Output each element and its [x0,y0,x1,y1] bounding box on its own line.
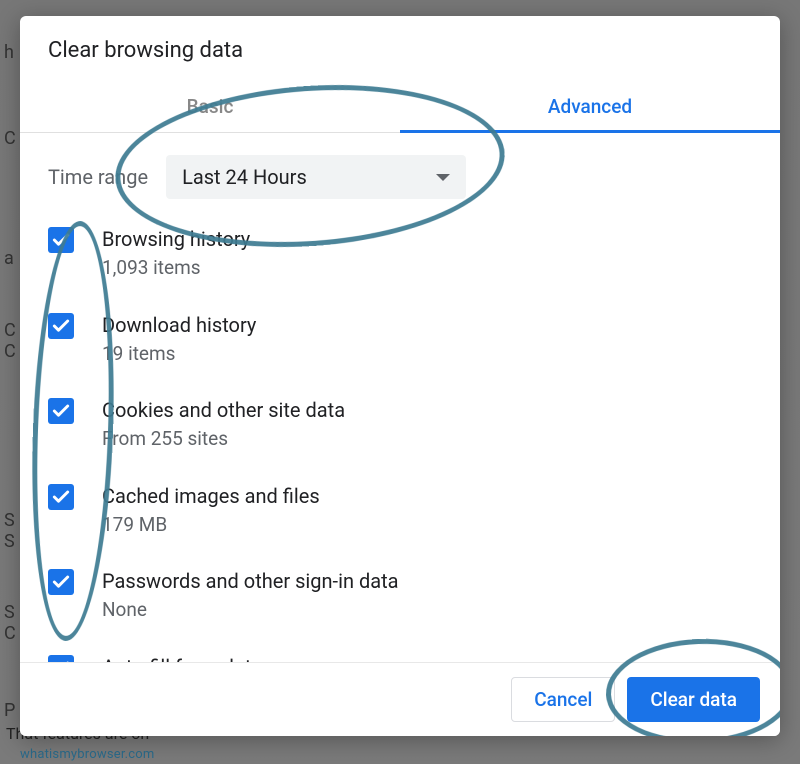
option-passwords[interactable]: Passwords and other sign-in data None [48,567,752,625]
dialog-title: Clear browsing data [20,16,780,81]
time-range-row: Time range Last 24 Hours [48,155,752,199]
time-range-value: Last 24 Hours [182,165,307,189]
option-browsing-history[interactable]: Browsing history 1,093 items [48,225,752,283]
tab-advanced[interactable]: Advanced [400,81,780,132]
option-autofill[interactable]: Auto-fill form data [48,653,752,663]
chevron-down-icon [436,174,450,181]
option-label: Auto-fill form data [102,653,262,663]
checkmark-icon [51,658,71,663]
checkbox-cookies[interactable] [48,398,74,424]
checkmark-icon [51,487,71,507]
checkmark-icon [51,316,71,336]
checkbox-browsing-history[interactable] [48,227,74,253]
cancel-button[interactable]: Cancel [511,677,615,722]
option-download-history[interactable]: Download history 19 items [48,311,752,369]
option-label: Cached images and files [102,482,320,510]
option-sublabel: None [102,596,399,625]
clear-data-button[interactable]: Clear data [627,677,760,722]
watermark-text: whatismybrowser.com [20,747,155,762]
option-sublabel: 179 MB [102,511,320,540]
checkbox-cached-images[interactable] [48,484,74,510]
option-sublabel: 19 items [102,340,256,369]
option-label: Download history [102,311,256,339]
option-cookies[interactable]: Cookies and other site data From 255 sit… [48,396,752,454]
time-range-select[interactable]: Last 24 Hours [166,155,466,199]
option-sublabel: From 255 sites [102,425,345,454]
checkmark-icon [51,572,71,592]
checkmark-icon [51,401,71,421]
dialog-content-scroll[interactable]: Time range Last 24 Hours Browsing histor… [20,133,780,662]
checkbox-download-history[interactable] [48,313,74,339]
option-sublabel: 1,093 items [102,254,250,283]
option-cached-images[interactable]: Cached images and files 179 MB [48,482,752,540]
checkbox-passwords[interactable] [48,569,74,595]
dialog-footer: Cancel Clear data [20,662,780,736]
checkbox-autofill[interactable] [48,655,74,663]
checkmark-icon [51,230,71,250]
tab-basic[interactable]: Basic [20,81,400,132]
clear-browsing-data-dialog: Clear browsing data Basic Advanced Time … [20,16,780,736]
dialog-tabs: Basic Advanced [20,81,780,133]
time-range-label: Time range [48,165,148,189]
option-label: Passwords and other sign-in data [102,567,399,595]
option-label: Browsing history [102,225,250,253]
option-label: Cookies and other site data [102,396,345,424]
